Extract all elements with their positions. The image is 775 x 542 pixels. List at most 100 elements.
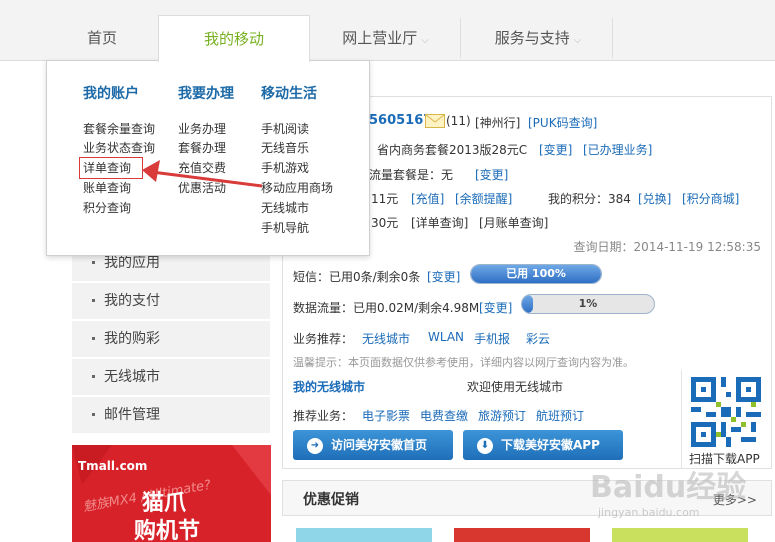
visit-home-button[interactable]: ➜ 访问美好安徽首页 <box>293 430 453 460</box>
dropdown-heading-life: 移动生活 <box>261 86 317 102</box>
data-usage-label: 数据流量：已用0.02M/剩余4.98M <box>293 301 480 315</box>
dropdown-heading-account: 我的账户 <box>83 86 139 102</box>
tmall-logo: Tmall.com <box>78 459 148 473</box>
data-change-link[interactable]: [变更] <box>479 299 512 316</box>
city-rec-electricity[interactable]: 电费查缴 <box>420 407 468 424</box>
dd-business-handle[interactable]: 业务办理 <box>178 119 226 139</box>
arrow-right-icon: ➜ <box>307 437 323 454</box>
dd-service-status[interactable]: 业务状态查询 <box>83 138 155 158</box>
recharge-link[interactable]: [充值] <box>411 190 444 207</box>
sms-change-link[interactable]: [变更] <box>427 268 460 285</box>
sidebar-item-label: 我的支付 <box>104 293 160 309</box>
dd-mobile-navigation[interactable]: 手机导航 <box>261 218 309 238</box>
handled-services-link[interactable]: [已办理业务] <box>583 141 652 158</box>
points-label: 我的积分：384 <box>548 192 631 206</box>
sms-progress-text: 已用 100% <box>506 267 566 280</box>
bullet-icon <box>92 375 95 378</box>
city-rec-flight[interactable]: 航班预订 <box>536 407 584 424</box>
nav-service-label: 服务与支持 <box>494 29 570 47</box>
message-icon[interactable] <box>425 114 445 128</box>
my-mobile-dropdown: 我的账户 我要办理 移动生活 套餐余量查询 业务状态查询 详单查询 账单查询 积… <box>46 60 370 256</box>
nav-divider <box>612 18 613 58</box>
nav-my-mobile-label: 我的移动 <box>203 30 264 48</box>
dd-recharge[interactable]: 充值交费 <box>178 158 226 178</box>
dd-package-balance[interactable]: 套餐余量查询 <box>83 119 155 139</box>
dd-bill-query[interactable]: 账单查询 <box>83 178 131 198</box>
dd-app-store[interactable]: 移动应用商场 <box>261 178 333 198</box>
dd-wireless-music[interactable]: 无线音乐 <box>261 138 309 158</box>
puk-query-link[interactable]: [PUK码查询] <box>528 114 597 131</box>
recommend-wlan[interactable]: WLAN <box>428 330 464 344</box>
nav-online-hall-label: 网上营业厅 <box>342 29 418 47</box>
data-progress-bar: 1% <box>521 294 655 314</box>
tip-text: 温馨提示：本页面数据仅供参考使用，详细内容以网厅查询内容为准。 <box>293 356 634 369</box>
monthly-bill-link[interactable]: [月账单查询] <box>479 214 548 231</box>
baidu-watermark-url: jingyan.baidu.com <box>598 506 700 519</box>
points-mall-link[interactable]: [积分商城] <box>682 190 739 207</box>
recommend-wireless-city[interactable]: 无线城市 <box>362 330 410 347</box>
download-app-label: 下载美好安徽APP <box>501 438 600 452</box>
points-exchange-link[interactable]: [兑换] <box>638 190 671 207</box>
bullet-icon <box>92 337 95 340</box>
promotions-title: 优惠促销 <box>303 492 359 508</box>
nav-home-label: 首页 <box>86 29 117 47</box>
sidebar-item-mail[interactable]: 邮件管理 <box>72 397 270 434</box>
chevron-down-icon: ⌵ <box>573 35 582 46</box>
download-icon: ⬇ <box>477 437 493 454</box>
flow-change-link[interactable]: [变更] <box>475 166 508 183</box>
brand-tag: [神州行] <box>475 116 521 130</box>
tmall-promo-banner[interactable]: Tmall.com 魅族MX4 / Ultimate? 猫爪 购机节 <box>72 445 271 542</box>
package-name: 省内商务套餐2013版28元C <box>377 143 528 157</box>
recommend-label: 业务推荐： <box>293 332 354 346</box>
nav-online-hall[interactable]: 网上营业厅 ⌵ <box>318 18 453 58</box>
wireless-city-welcome: 欢迎使用无线城市 <box>467 380 564 394</box>
sidebar-item-lottery[interactable]: 我的购彩 <box>72 321 270 358</box>
qr-code <box>691 377 761 447</box>
promo-thumb[interactable] <box>454 528 590 542</box>
recommend-caiyun[interactable]: 彩云 <box>526 330 550 347</box>
nav-home[interactable]: 首页 <box>52 18 152 58</box>
baidu-watermark: Baidu经验 <box>590 470 747 505</box>
chevron-down-icon: ⌵ <box>421 35 429 46</box>
package-change-link[interactable]: [变更] <box>539 141 572 158</box>
balance-value: 11元 <box>371 192 399 206</box>
dd-mobile-games[interactable]: 手机游戏 <box>261 158 309 178</box>
bill-amount: 30元 <box>371 216 399 230</box>
query-date: 查询日期：2014-11-19 12:58:35 <box>573 240 761 254</box>
promo-thumb[interactable] <box>296 528 432 542</box>
phone-number: 5605167 <box>369 113 433 128</box>
sidebar-item-label: 我的购彩 <box>104 331 160 347</box>
sidebar-item-label: 无线城市 <box>104 369 160 385</box>
download-app-button[interactable]: ⬇ 下载美好安徽APP <box>463 430 623 460</box>
detail-query-link[interactable]: [详单查询] <box>411 214 468 231</box>
sidebar-item-wireless-city[interactable]: 无线城市 <box>72 359 270 396</box>
nav-divider <box>460 18 461 58</box>
city-rec-movie-ticket[interactable]: 电子影票 <box>362 407 410 424</box>
wireless-city-title[interactable]: 我的无线城市 <box>293 378 365 395</box>
sms-progress-bar: 已用 100% <box>470 264 602 284</box>
sidebar-item-payment[interactable]: 我的支付 <box>72 283 270 320</box>
bullet-icon <box>92 299 95 302</box>
sidebar-item-label: 邮件管理 <box>104 407 160 423</box>
sms-usage-label: 短信：已用0条/剩余0条 <box>293 270 421 284</box>
visit-home-label: 访问美好安徽首页 <box>331 438 428 452</box>
dd-wireless-city[interactable]: 无线城市 <box>261 198 309 218</box>
nav-my-mobile[interactable]: 我的移动 <box>158 15 310 62</box>
data-progress-text: 1% <box>578 297 598 310</box>
message-count: (11) <box>446 114 471 128</box>
dd-mobile-reading[interactable]: 手机阅读 <box>261 119 309 139</box>
bullet-icon <box>92 413 95 416</box>
top-nav: 首页 网上营业厅 ⌵ 服务与支持 ⌵ <box>0 0 775 61</box>
recommend-mobile-news[interactable]: 手机报 <box>474 330 510 347</box>
city-rec-travel[interactable]: 旅游预订 <box>478 407 526 424</box>
promo-thumb[interactable] <box>612 528 748 542</box>
balance-alert-link[interactable]: [余额提醒] <box>455 190 512 207</box>
dd-package-handle[interactable]: 套餐办理 <box>178 138 226 158</box>
bullet-icon <box>92 261 95 264</box>
dd-promotions[interactable]: 优惠活动 <box>178 178 226 198</box>
qr-code-icon <box>691 377 761 447</box>
city-recommend-label: 推荐业务： <box>293 409 354 423</box>
dd-points-query[interactable]: 积分查询 <box>83 198 131 218</box>
highlight-box <box>79 157 143 179</box>
nav-service-support[interactable]: 服务与支持 ⌵ <box>468 18 608 58</box>
